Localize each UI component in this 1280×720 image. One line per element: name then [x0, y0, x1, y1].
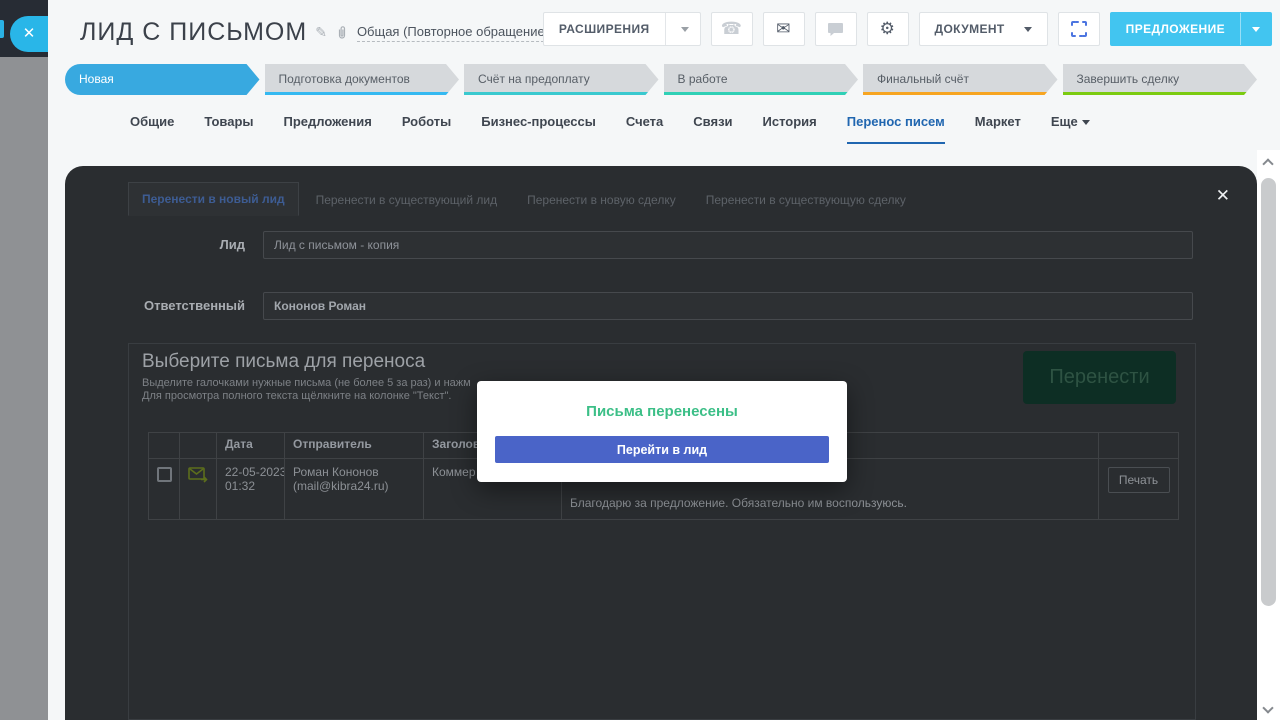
row-icon-cell [180, 459, 217, 520]
settings-button[interactable]: ⚙ [867, 12, 909, 46]
document-dropdown-arrow[interactable] [1020, 13, 1047, 45]
offer-dropdown-arrow[interactable] [1240, 13, 1271, 45]
mail-icon: ✉ [776, 19, 791, 39]
chat-icon [827, 22, 844, 37]
title-row: Лид с письмом ✎ Общая (Повторное обращен… [80, 18, 569, 47]
chat-button[interactable] [815, 12, 857, 46]
extensions-button-label[interactable]: РАСШИРЕНИЯ [544, 13, 665, 45]
header-sender: Отправитель [285, 433, 424, 459]
close-icon: ✕ [1216, 186, 1230, 205]
background-topbar: ✕ [0, 0, 48, 57]
success-modal: Письма перенесены Перейти в лид [477, 381, 847, 482]
link-icon[interactable] [335, 26, 349, 40]
responsible-input[interactable]: Кононов Роман [263, 292, 1193, 320]
stage-Счёт на предоплату[interactable]: Счёт на предоплату [464, 64, 659, 95]
tab-Маркет[interactable]: Маркет [975, 114, 1021, 144]
extensions-button[interactable]: РАСШИРЕНИЯ [543, 12, 701, 46]
tab-Бизнес-процессы[interactable]: Бизнес-процессы [481, 114, 596, 144]
tab-Счета[interactable]: Счета [626, 114, 663, 144]
background-close-button-sliver [0, 20, 4, 38]
sender-name: Роман Кононов [293, 465, 415, 479]
close-icon: ✕ [23, 25, 36, 42]
section-title: Выберите письма для переноса [142, 351, 425, 373]
stage-Финальный счёт[interactable]: Финальный счёт [863, 64, 1058, 95]
call-button[interactable]: ☎ [711, 12, 753, 46]
sync-icon [1069, 19, 1089, 39]
sender-email: (mail@kibra24.ru) [293, 479, 415, 493]
section-hint-line2: Для просмотра полного текста щёлкните на… [142, 390, 451, 402]
scroll-down-arrow[interactable] [1262, 702, 1273, 713]
transfer-button[interactable]: Перенести [1023, 351, 1176, 404]
incoming-mail-icon [188, 466, 208, 483]
mail-time: 01:32 [225, 479, 276, 493]
extensions-dropdown-arrow[interactable] [665, 13, 700, 45]
row-actions-cell: Печать [1099, 459, 1179, 520]
header-checkbox-cell [149, 433, 180, 459]
chevron-down-icon [1252, 27, 1260, 32]
row-date-cell: 22-05-2023 01:32 [217, 459, 285, 520]
section-hint-line1: Выделите галочками нужные письма (не бол… [142, 377, 471, 389]
modal-title: Письма перенесены [477, 403, 847, 420]
print-button[interactable]: Печать [1108, 467, 1170, 493]
transfer-tab-Перенести в существующую сделку[interactable]: Перенести в существующую сделку [693, 184, 919, 216]
header-actions: РАСШИРЕНИЯ ☎ ✉ ⚙ ДОКУМЕНТ ПРЕДЛОЖЕНИЕ [543, 12, 1272, 46]
scrollbar[interactable] [1257, 150, 1280, 720]
transfer-tab-Перенести в новую сделку[interactable]: Перенести в новую сделку [514, 184, 689, 216]
lead-name-input[interactable]: Лид с письмом - копия [263, 231, 1193, 259]
stage-bar: НоваяПодготовка документовСчёт на предоп… [65, 64, 1257, 95]
stage-В работе[interactable]: В работе [664, 64, 859, 95]
row-sender-cell: Роман Кононов (mail@kibra24.ru) [285, 459, 424, 520]
tab-Предложения[interactable]: Предложения [284, 114, 372, 144]
edit-pencil-icon[interactable]: ✎ [315, 24, 327, 41]
tab-Еще[interactable]: Еще [1051, 114, 1090, 144]
mail-checkbox[interactable] [157, 467, 172, 482]
entity-tabs: Общие Товары Предложения Роботы Бизнес-проце… [130, 114, 1090, 144]
slider-close-button[interactable]: ✕ [10, 16, 48, 52]
lead-header: Лид с письмом ✎ Общая (Повторное обращен… [48, 0, 1280, 166]
phone-icon: ☎ [721, 19, 743, 39]
tab-Товары[interactable]: Товары [204, 114, 253, 144]
row-checkbox-cell [149, 459, 180, 520]
stage-Завершить сделку[interactable]: Завершить сделку [1063, 64, 1258, 95]
gear-icon: ⚙ [880, 19, 896, 39]
header-actions [1099, 433, 1179, 459]
tab-История[interactable]: История [763, 114, 817, 144]
scroll-up-arrow[interactable] [1262, 158, 1273, 169]
tab-Перенос писем[interactable]: Перенос писем [847, 114, 945, 144]
scrollbar-thumb[interactable] [1261, 178, 1276, 606]
transfer-mode-tabs: Перенести в новый лидПеренести в существ… [128, 182, 919, 216]
transfer-tab-Перенести в существующий лид[interactable]: Перенести в существующий лид [303, 184, 511, 216]
lead-field-label: Лид [65, 237, 245, 252]
offer-button[interactable]: ПРЕДЛОЖЕНИЕ [1110, 12, 1272, 46]
mail-text-preview[interactable]: Благодарю за предложение. Обязательно им… [570, 496, 907, 510]
document-button-label[interactable]: ДОКУМЕНТ [920, 13, 1020, 45]
chevron-down-icon [1024, 27, 1032, 32]
app-viewport: ✕ Лид с письмом ✎ Общая (Повторное обращ… [0, 0, 1280, 720]
stage-Подготовка документов[interactable]: Подготовка документов [265, 64, 460, 95]
background-page-rail: ✕ [0, 0, 48, 720]
mail-date: 22-05-2023 [225, 465, 276, 479]
chevron-down-icon [1082, 120, 1090, 125]
stage-Новая[interactable]: Новая [65, 64, 260, 95]
go-to-lead-button[interactable]: Перейти в лид [495, 436, 829, 463]
responsible-field-label: Ответственный [65, 298, 245, 313]
pipeline-category-selector[interactable]: Общая (Повторное обращение) [357, 24, 549, 42]
offer-button-label[interactable]: ПРЕДЛОЖЕНИЕ [1111, 13, 1240, 45]
document-button[interactable]: ДОКУМЕНТ [919, 12, 1048, 46]
chevron-down-icon [681, 27, 689, 32]
header-date: Дата [217, 433, 285, 459]
panel-close-button[interactable]: ✕ [1216, 186, 1230, 206]
page-title: Лид с письмом [80, 18, 307, 47]
send-email-button[interactable]: ✉ [763, 12, 805, 46]
transfer-tab-Перенести в новый лид[interactable]: Перенести в новый лид [128, 182, 299, 216]
tab-Роботы[interactable]: Роботы [402, 114, 451, 144]
tab-Общие[interactable]: Общие [130, 114, 174, 144]
sync-button[interactable] [1058, 12, 1100, 46]
header-icon-cell [180, 433, 217, 459]
tab-Связи[interactable]: Связи [693, 114, 732, 144]
